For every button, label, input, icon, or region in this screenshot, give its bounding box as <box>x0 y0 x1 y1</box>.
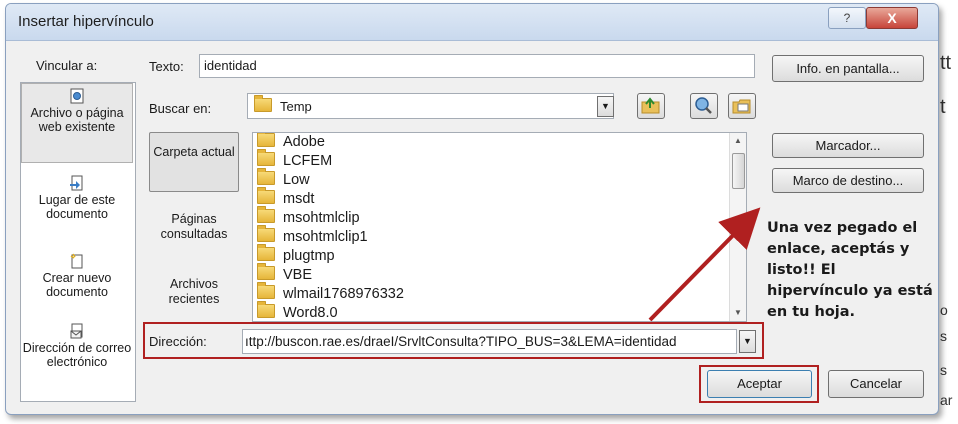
annotation-arrow <box>648 207 761 322</box>
annotation-text: Una vez pegado el enlace, aceptás y list… <box>767 220 933 320</box>
